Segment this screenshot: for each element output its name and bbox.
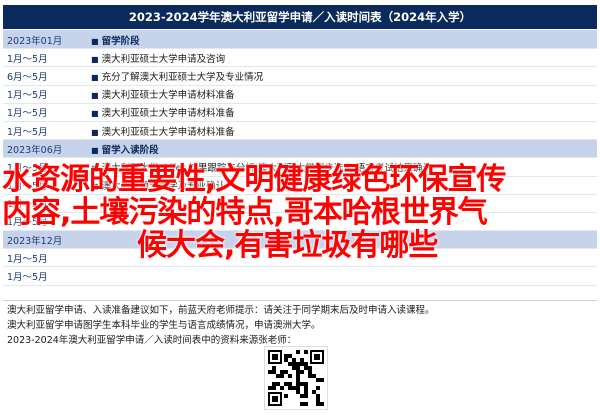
- row-content: ■ 留学入读阶段: [91, 142, 597, 156]
- row-date: 1月～5月: [7, 272, 48, 284]
- qr-module: [304, 402, 308, 406]
- qr-finder-module: [272, 354, 278, 360]
- row-date: 2023年01月: [7, 35, 63, 47]
- qr-code-image: [264, 346, 328, 410]
- table-row: 1月～5月 ■ 澳大利亚硕士大学申请材料准备: [3, 104, 597, 122]
- qr-finder-module: [272, 396, 278, 402]
- row-content: ■ 澳大利亚硕士大学申请及咨询: [91, 51, 597, 65]
- qr-module: [320, 378, 324, 382]
- square-bullet-icon: ■: [91, 72, 99, 82]
- square-bullet-icon: ■: [91, 127, 99, 137]
- header-title: 2023-2024学年澳大利亚留学申请／入读时间表（2024年入学）: [128, 10, 472, 24]
- page: 2023-2024学年澳大利亚留学申请／入读时间表（2024年入学） 2023年…: [0, 0, 600, 417]
- notes-section: 澳大利亚留学申请、入读准备建议如下，前蓝天府老师提示：请关注于同学期末后及时申请…: [3, 300, 597, 348]
- row-content: ■ 澳大利亚硕士大学申请材料准备: [91, 87, 597, 101]
- qr-module: [280, 386, 284, 390]
- qr-module: [300, 370, 304, 374]
- qr-module: [284, 394, 288, 398]
- row-date: 1月～5月: [7, 90, 48, 102]
- table-header: 2023-2024学年澳大利亚留学申请／入读时间表（2024年入学）: [3, 5, 597, 29]
- row-date: 1月～5月: [7, 53, 48, 65]
- row-date: 2023年06月: [7, 144, 63, 156]
- row-content-text: 澳大利亚硕士大学申请材料准备: [101, 90, 235, 102]
- note-1: 澳大利亚留学申请、入读准备建议如下，前蓝天府老师提示：请关注于同学期末后及时申请…: [7, 305, 435, 316]
- row-content-text: 留学入读阶段: [101, 144, 159, 156]
- qr-module: [280, 374, 284, 378]
- qr-module: [304, 394, 308, 398]
- row-date: 1月～5月: [7, 108, 48, 120]
- square-bullet-icon: ■: [91, 36, 99, 46]
- overlay-line-2[interactable]: 内容,土壤污染的特点,哥本哈根世界气: [2, 196, 598, 229]
- row-content: ■ 充分了解澳大利亚硕士大学及专业情况: [91, 69, 597, 83]
- square-bullet-icon: ■: [91, 145, 99, 155]
- row-content-text: 充分了解澳大利亚硕士大学及专业情况: [101, 71, 264, 83]
- row-content: ■ 澳大利亚硕士大学申请材料准备: [91, 124, 597, 138]
- square-bullet-icon: ■: [91, 109, 99, 119]
- square-bullet-icon: ■: [91, 54, 99, 64]
- qr-module: [304, 350, 308, 354]
- square-bullet-icon: ■: [91, 91, 99, 101]
- row-content-text: 澳大利亚硕士大学申请材料准备: [101, 126, 235, 138]
- qr-module: [272, 386, 276, 390]
- qr-module: [316, 386, 320, 390]
- table-row: 6月～5月 ■ 充分了解澳大利亚硕士大学及专业情况: [3, 67, 597, 86]
- row-content: ■ 澳大利亚硕士大学申请材料准备: [91, 105, 597, 119]
- table-row: 1月～5月 ■ 澳大利亚硕士大学申请材料准备: [3, 86, 597, 104]
- table-row: 1月～5月: [3, 267, 597, 286]
- table-stage-row: 2023年06月 ■ 留学入读阶段: [3, 140, 597, 159]
- table-stage-row: 2023年01月 ■ 留学阶段: [3, 31, 597, 50]
- qr-finder-module: [314, 354, 320, 360]
- qr-module: [320, 402, 324, 406]
- row-date: 1月～5月: [7, 126, 48, 138]
- overlay-line-1[interactable]: 水资源的重要性,文明健康绿色环保宣传: [2, 163, 598, 196]
- qr-module: [296, 350, 300, 354]
- row-content-text: 留学阶段: [101, 35, 140, 47]
- row-date: 6月～5月: [7, 71, 48, 83]
- table-row: 1月～5月 ■ 澳大利亚硕士大学申请及咨询: [3, 49, 597, 68]
- row-content-text: 澳大利亚硕士大学申请及咨询: [101, 53, 226, 65]
- table-row: 1月～5月 ■ 澳大利亚硕士大学申请材料准备: [3, 122, 597, 141]
- row-content-text: 澳大利亚硕士大学申请材料准备: [101, 108, 235, 120]
- overlay-line-3[interactable]: 候大会,有害垃圾有哪些: [2, 229, 598, 262]
- overlay-text[interactable]: 水资源的重要性,文明健康绿色环保宣传 内容,土壤污染的特点,哥本哈根世界气 候大…: [2, 163, 598, 262]
- qr-module: [288, 374, 292, 378]
- note-2: 澳大利亚留学申请图学生本科毕业的学生与语言成绩情况，申请澳洲大学。: [7, 320, 321, 331]
- row-content: ■ 留学阶段: [91, 33, 597, 47]
